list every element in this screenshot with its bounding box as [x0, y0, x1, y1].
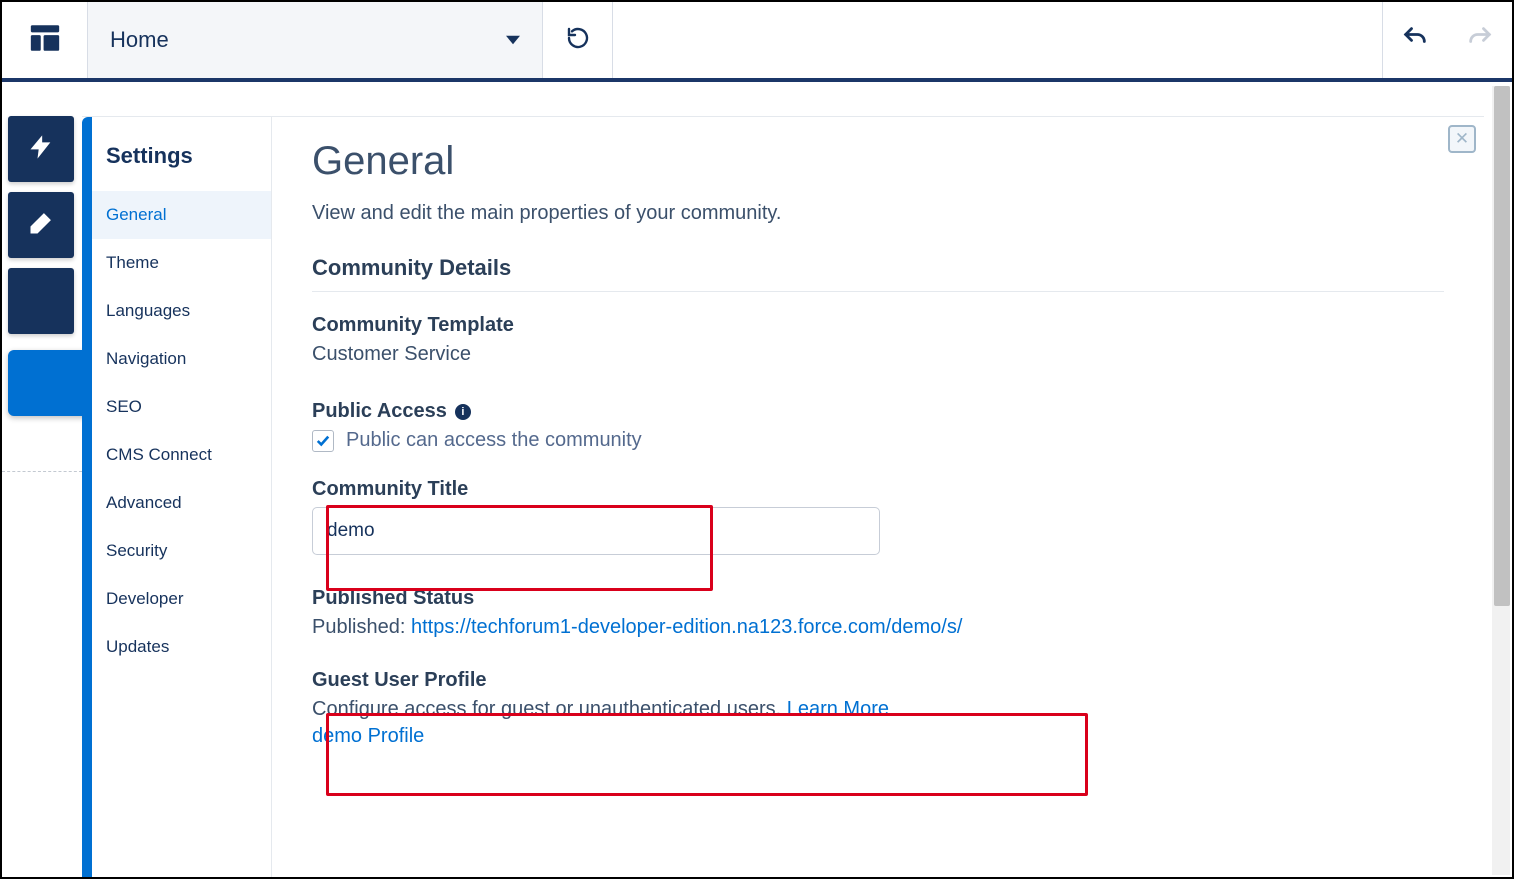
- settings-nav-general[interactable]: General: [92, 191, 271, 239]
- guest-profile-desc-row: Configure access for guest or unauthenti…: [312, 698, 1444, 721]
- undo-icon: [1401, 24, 1429, 57]
- published-url-link[interactable]: https://techforum1-developer-edition.na1…: [411, 616, 962, 638]
- page-heading: General: [312, 139, 1444, 184]
- refresh-button[interactable]: [543, 2, 613, 78]
- builder-icon-rail: [8, 116, 74, 416]
- page-selector-label: Home: [110, 27, 169, 53]
- published-status-row: Published: https://techforum1-developer-…: [312, 616, 1434, 639]
- settings-nav-title: Settings: [92, 135, 271, 191]
- settings-nav-languages[interactable]: Languages: [92, 287, 271, 335]
- rail-divider: [2, 471, 82, 472]
- label-published-status: Published Status: [312, 587, 1434, 610]
- page-subtitle: View and edit the main properties of you…: [312, 202, 1444, 225]
- paintbrush-icon: [27, 209, 55, 242]
- blank-icon: [27, 285, 55, 318]
- settings-nav-seo[interactable]: SEO: [92, 383, 271, 431]
- settings-content: ✕ General View and edit the main propert…: [272, 117, 1484, 877]
- settings-panel: Settings General Theme Languages Navigat…: [82, 116, 1484, 877]
- settings-nav-navigation[interactable]: Navigation: [92, 335, 271, 383]
- label-public-access: Public Access i: [312, 400, 1434, 423]
- label-community-title: Community Title: [312, 478, 1444, 501]
- rail-settings-button[interactable]: [8, 350, 88, 416]
- settings-nav: Settings General Theme Languages Navigat…: [92, 117, 272, 877]
- public-access-checkbox[interactable]: [312, 430, 334, 452]
- value-community-template: Customer Service: [312, 343, 1444, 366]
- lightning-icon: [27, 133, 55, 166]
- label-public-access-text: Public Access: [312, 400, 447, 423]
- section-community-details: Community Details: [312, 255, 1444, 292]
- top-toolbar: Home: [2, 2, 1512, 82]
- layout-icon: [28, 21, 62, 60]
- vertical-scrollbar-thumb[interactable]: [1494, 86, 1510, 606]
- undo-redo-group: [1382, 2, 1512, 78]
- rail-components-button[interactable]: [8, 116, 74, 182]
- close-panel-button[interactable]: ✕: [1448, 125, 1476, 153]
- redo-icon: [1466, 24, 1494, 57]
- info-icon[interactable]: i: [455, 404, 471, 420]
- app-brand: [2, 2, 88, 78]
- check-icon: [316, 434, 330, 448]
- settings-nav-cmsconnect[interactable]: CMS Connect: [92, 431, 271, 479]
- settings-nav-developer[interactable]: Developer: [92, 575, 271, 623]
- label-community-template: Community Template: [312, 314, 1444, 337]
- toolbar-spacer: [613, 2, 1382, 78]
- community-title-input[interactable]: [312, 507, 880, 555]
- settings-nav-advanced[interactable]: Advanced: [92, 479, 271, 527]
- guest-profile-link[interactable]: demo Profile: [312, 725, 424, 747]
- settings-nav-security[interactable]: Security: [92, 527, 271, 575]
- rail-page-button[interactable]: [8, 268, 74, 334]
- gear-icon: [26, 368, 52, 399]
- public-access-checkbox-label: Public can access the community: [346, 429, 642, 452]
- undo-button[interactable]: [1390, 15, 1440, 65]
- close-icon: ✕: [1455, 129, 1469, 149]
- refresh-icon: [566, 26, 590, 55]
- caret-down-icon: [506, 27, 520, 53]
- page-selector-dropdown[interactable]: Home: [88, 2, 543, 78]
- learn-more-link[interactable]: Learn More: [787, 698, 889, 720]
- published-prefix: Published:: [312, 616, 411, 638]
- public-access-checkbox-row: Public can access the community: [312, 429, 1434, 452]
- settings-nav-theme[interactable]: Theme: [92, 239, 271, 287]
- label-guest-profile: Guest User Profile: [312, 669, 1444, 692]
- redo-button[interactable]: [1455, 15, 1505, 65]
- rail-theme-button[interactable]: [8, 192, 74, 258]
- panel-accent-edge: [82, 117, 92, 877]
- settings-nav-updates[interactable]: Updates: [92, 623, 271, 671]
- guest-profile-desc: Configure access for guest or unauthenti…: [312, 698, 787, 720]
